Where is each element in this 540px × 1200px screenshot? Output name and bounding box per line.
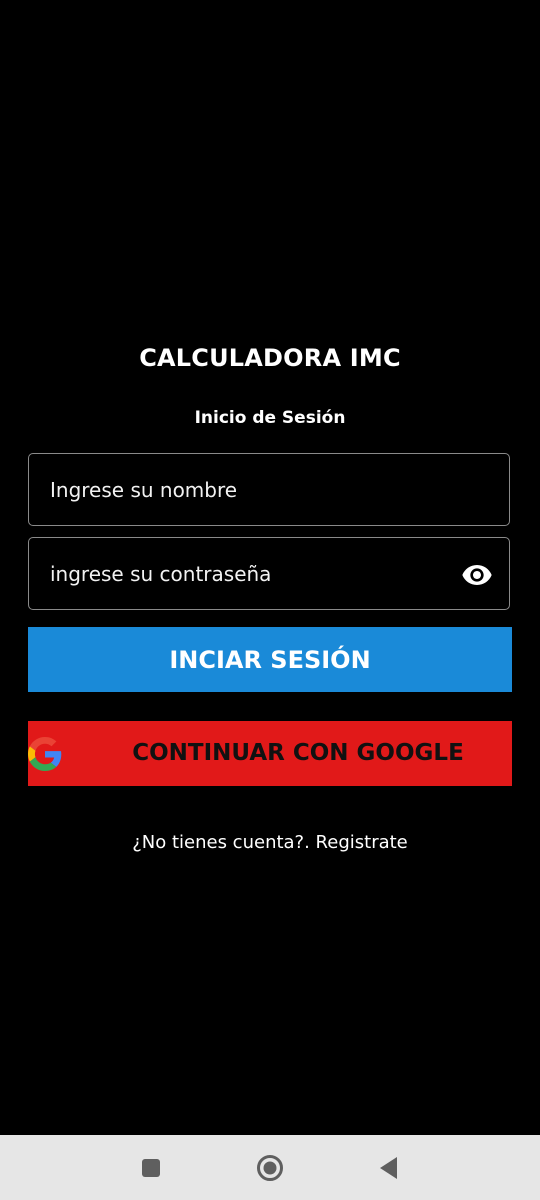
back-icon[interactable]: [372, 1151, 406, 1185]
home-icon[interactable]: [253, 1151, 287, 1185]
google-logo-icon: [28, 737, 62, 771]
recent-apps-icon[interactable]: [134, 1151, 168, 1185]
username-field-container: [28, 453, 510, 526]
username-input[interactable]: [29, 454, 509, 525]
password-field-container: [28, 537, 510, 610]
screen-subtitle: Inicio de Sesión: [194, 408, 346, 428]
password-input[interactable]: [29, 538, 509, 609]
google-signin-button[interactable]: CONTINUAR CON GOOGLE: [28, 721, 512, 786]
login-screen: CALCULADORA IMC Inicio de Sesión INCIAR …: [0, 0, 540, 1135]
google-button-label: CONTINUAR CON GOOGLE: [132, 740, 464, 766]
system-navigation-bar: [0, 1135, 540, 1200]
eye-icon[interactable]: [461, 559, 493, 591]
register-link[interactable]: ¿No tienes cuenta?. Registrate: [0, 832, 540, 853]
login-button[interactable]: INCIAR SESIÓN: [28, 627, 512, 692]
app-title: CALCULADORA IMC: [139, 344, 401, 372]
